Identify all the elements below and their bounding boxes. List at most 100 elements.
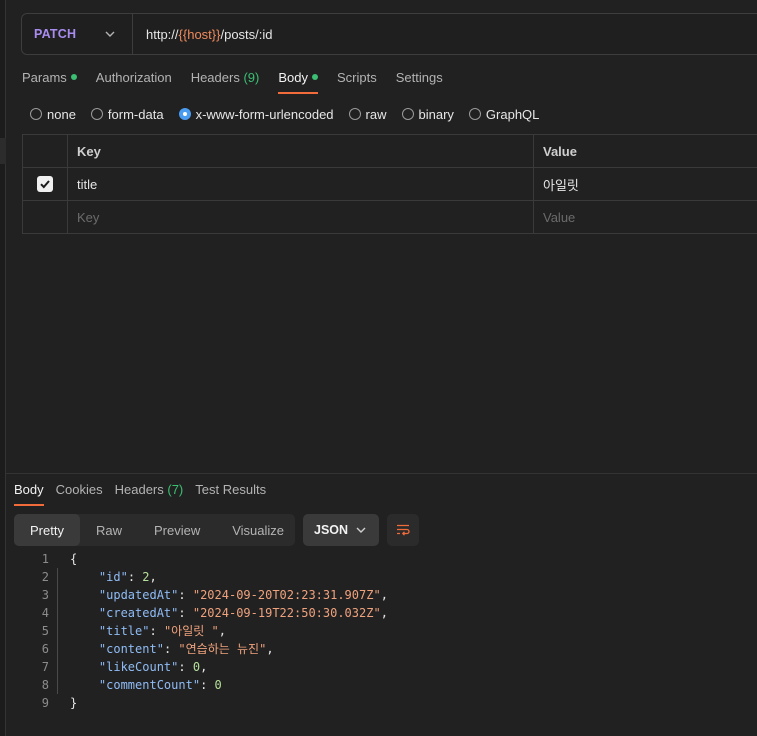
radio-icon <box>468 108 481 120</box>
json-value: 0 <box>214 678 222 692</box>
radio-icon <box>90 108 103 120</box>
params-table: Key Value title 아일릿 Key Value <box>22 134 757 234</box>
json-value: "2024-09-19T22:50:30.032Z" <box>192 606 381 620</box>
radio-urlencoded[interactable]: x-www-form-urlencoded <box>178 106 334 122</box>
code-brace: } <box>70 696 78 710</box>
line-number: 6 <box>41 642 49 656</box>
radio-selected-icon <box>178 108 191 120</box>
line-number: 2 <box>41 570 49 584</box>
radio-form-data[interactable]: form-data <box>90 106 164 122</box>
json-comma: , <box>380 606 388 620</box>
status-dot <box>311 74 318 80</box>
tab-body[interactable]: Body <box>278 70 318 94</box>
row-checkbox[interactable] <box>37 176 53 192</box>
code-line: 6 "content": "연습하는 뉴진", <box>14 640 388 658</box>
tab-headers[interactable]: Headers (9) <box>191 70 260 94</box>
tab-label: Headers <box>114 482 164 497</box>
row-value-field[interactable]: 아일릿 <box>533 168 757 200</box>
radio-raw[interactable]: raw <box>348 106 387 122</box>
tab-label: Authorization <box>95 70 172 85</box>
line-number: 3 <box>41 588 49 602</box>
radio-icon <box>401 108 414 120</box>
code-line: 2 "id": 2, <box>14 568 388 586</box>
tab-params[interactable]: Params <box>22 70 77 94</box>
format-label: JSON <box>314 523 349 537</box>
tab-scripts[interactable]: Scripts <box>337 70 377 94</box>
url-prefix: http:// <box>146 26 179 42</box>
code-line: 9} <box>14 694 388 712</box>
table-row-empty: Key Value <box>22 201 757 234</box>
radio-icon <box>348 108 361 120</box>
wrap-text-icon <box>397 524 410 536</box>
radio-none[interactable]: none <box>30 107 76 122</box>
tab-label: Params <box>22 70 67 85</box>
tab-label: Scripts <box>336 70 377 85</box>
response-tab-test-results[interactable]: Test Results <box>195 482 266 506</box>
request-tabs: Params Authorization Headers (9) Body Sc… <box>22 70 462 96</box>
tab-label: Body <box>278 70 308 85</box>
json-key: "title" <box>98 624 150 638</box>
new-value-input[interactable]: Value <box>533 201 757 233</box>
view-raw-button[interactable]: Raw <box>80 514 138 546</box>
check-icon <box>40 180 50 189</box>
radio-icon <box>30 108 42 120</box>
code-line: 1{ <box>14 550 388 568</box>
column-header-key: Key <box>67 135 533 167</box>
url-variable: {{host}} <box>178 26 221 42</box>
radio-label: raw <box>365 106 387 122</box>
json-comma: , <box>200 660 208 674</box>
method-select[interactable]: PATCH <box>22 14 133 54</box>
radio-label: none <box>47 106 76 122</box>
format-select[interactable]: JSON <box>303 514 379 546</box>
chevron-down-icon <box>105 31 115 37</box>
status-dot <box>70 74 77 80</box>
header-check-cell <box>22 135 67 167</box>
radio-label: x-www-form-urlencoded <box>195 106 334 122</box>
json-key: "updatedAt" <box>98 588 179 602</box>
empty-check-cell <box>22 201 67 233</box>
method-label: PATCH <box>34 27 77 41</box>
view-visualize-button[interactable]: Visualize <box>216 514 300 546</box>
tab-authorization[interactable]: Authorization <box>96 70 172 94</box>
json-value: "2024-09-20T02:23:31.907Z" <box>192 588 381 602</box>
radio-label: form-data <box>107 106 164 122</box>
left-rail <box>0 0 6 736</box>
line-number: 4 <box>41 606 49 620</box>
tab-label: Settings <box>395 70 443 85</box>
line-number: 1 <box>41 552 49 566</box>
tab-settings[interactable]: Settings <box>396 70 443 94</box>
line-number: 9 <box>41 696 49 710</box>
radio-label: GraphQL <box>485 106 540 122</box>
chevron-down-icon <box>356 527 366 533</box>
row-key-field[interactable]: title <box>67 168 533 200</box>
url-input[interactable]: http://{{host}}/posts/:id <box>133 27 273 42</box>
table-row: title 아일릿 <box>22 168 757 201</box>
json-value: "연습하는 뉴진" <box>178 642 267 656</box>
response-tabs: Body Cookies Headers (7) Test Results <box>14 482 278 506</box>
view-pretty-button[interactable]: Pretty <box>14 514 80 546</box>
new-key-input[interactable]: Key <box>67 201 533 233</box>
response-code: 1{ 2 "id": 2, 3 "updatedAt": "2024-09-20… <box>14 550 388 712</box>
wrap-lines-button[interactable] <box>387 514 419 546</box>
tab-count: (7) <box>167 482 184 497</box>
body-type-options: none form-data x-www-form-urlencoded raw… <box>30 106 554 122</box>
json-comma: , <box>149 570 157 584</box>
tab-count: (9) <box>243 70 260 85</box>
row-check-cell <box>22 168 67 200</box>
rail-marker <box>0 138 6 164</box>
json-value: 0 <box>192 660 201 674</box>
line-number: 8 <box>41 678 49 692</box>
json-key: "createdAt" <box>98 606 179 620</box>
response-tab-body[interactable]: Body <box>14 482 44 506</box>
view-preview-button[interactable]: Preview <box>138 514 216 546</box>
pane-divider[interactable] <box>6 473 757 474</box>
radio-binary[interactable]: binary <box>401 107 454 122</box>
json-key: "content" <box>98 642 164 656</box>
response-tab-headers[interactable]: Headers (7) <box>115 482 184 506</box>
code-line: 3 "updatedAt": "2024-09-20T02:23:31.907Z… <box>14 586 388 604</box>
code-line: 8 "commentCount": 0 <box>14 676 388 694</box>
json-key: "likeCount" <box>98 660 179 674</box>
response-tab-cookies[interactable]: Cookies <box>56 482 103 506</box>
table-header-row: Key Value <box>22 135 757 168</box>
radio-graphql[interactable]: GraphQL <box>468 106 540 122</box>
